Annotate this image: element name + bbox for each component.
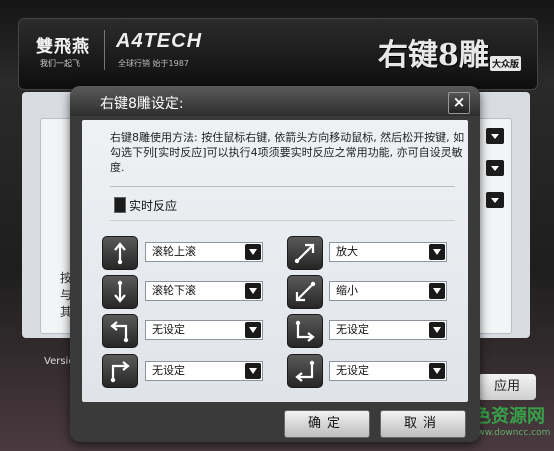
chevron-down-icon[interactable] bbox=[245, 283, 261, 299]
ok-button[interactable]: 确定 bbox=[284, 410, 370, 438]
realtime-label: 实时反应 bbox=[129, 199, 178, 213]
arrow-up-left-turn-icon bbox=[102, 314, 138, 348]
brand-tagline: 全球行销 始于1987 bbox=[118, 59, 189, 68]
usage-description: 右键8雕使用方法: 按住鼠标右键, 依箭头方向移动鼠标, 然后松开按键, 如勾选… bbox=[110, 131, 465, 174]
gesture-diag-down-left-select[interactable]: 缩小 bbox=[329, 281, 447, 301]
realtime-checkbox[interactable] bbox=[114, 197, 126, 213]
arrow-right-up-turn-icon bbox=[287, 314, 323, 348]
gesture-down-select[interactable]: 滚轮下滚 bbox=[145, 281, 263, 301]
gesture-up-select[interactable]: 滚轮上滚 bbox=[145, 242, 263, 262]
arrow-right-turn-icon bbox=[102, 354, 138, 388]
arrow-up-icon bbox=[102, 236, 138, 270]
chevron-down-icon[interactable] bbox=[429, 363, 445, 379]
dialog-title: 右键8雕设定: bbox=[100, 96, 184, 112]
gesture-up-right-select[interactable]: 无设定 bbox=[145, 361, 263, 381]
chevron-down-icon[interactable] bbox=[429, 283, 445, 299]
watermark-url: www.downcc.com bbox=[470, 428, 551, 438]
bg-dropdown-arrow[interactable] bbox=[486, 128, 504, 144]
chevron-down-icon[interactable] bbox=[429, 244, 445, 260]
divider bbox=[110, 220, 455, 221]
chevron-down-icon[interactable] bbox=[245, 322, 261, 338]
arrow-diagonal-up-right-icon bbox=[287, 236, 323, 270]
divider bbox=[110, 186, 455, 187]
close-button[interactable]: × bbox=[448, 92, 470, 114]
cancel-button[interactable]: 取消 bbox=[380, 410, 466, 438]
bg-dropdown-arrow[interactable] bbox=[486, 192, 504, 208]
bg-dropdown-arrow[interactable] bbox=[486, 160, 504, 176]
gesture-down-right-select[interactable]: 无设定 bbox=[329, 320, 447, 340]
brand-divider bbox=[104, 30, 105, 70]
arrow-diagonal-down-left-icon bbox=[287, 275, 323, 309]
brand-logo-chinese: 雙飛燕 bbox=[36, 37, 90, 57]
chevron-down-icon[interactable] bbox=[429, 322, 445, 338]
arrow-down-left-turn-icon bbox=[287, 354, 323, 388]
brand-slogan: 我们一起飞 bbox=[40, 59, 80, 68]
arrow-down-icon bbox=[102, 275, 138, 309]
brand-logo-latin: A4TECH bbox=[116, 30, 203, 52]
chevron-down-icon[interactable] bbox=[245, 363, 261, 379]
gesture-down-left-select[interactable]: 无设定 bbox=[329, 361, 447, 381]
apply-button[interactable]: 应用 bbox=[478, 374, 536, 400]
gesture-up-left-select[interactable]: 无设定 bbox=[145, 320, 263, 340]
chevron-down-icon[interactable] bbox=[245, 244, 261, 260]
gesture-diag-up-right-select[interactable]: 放大 bbox=[329, 242, 447, 262]
product-title: 右键8雕 bbox=[378, 38, 489, 73]
edition-badge: 大众版 bbox=[490, 56, 522, 71]
